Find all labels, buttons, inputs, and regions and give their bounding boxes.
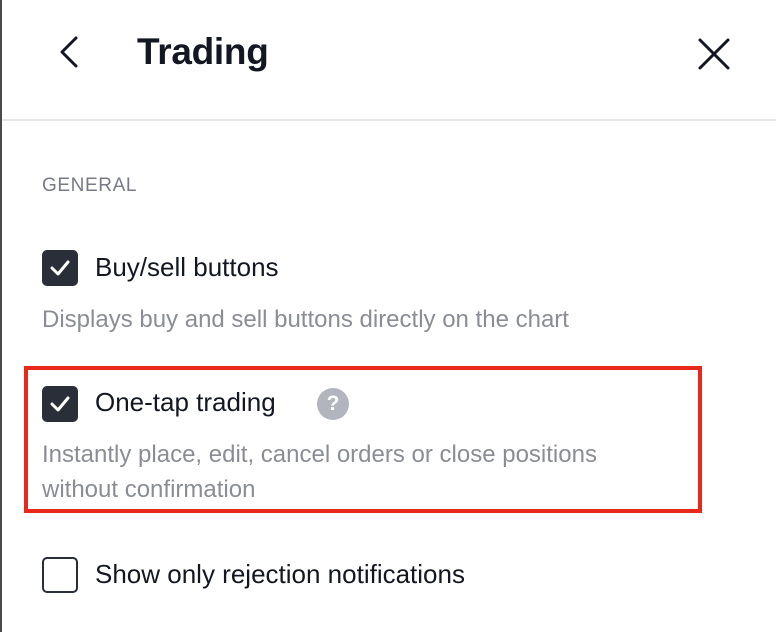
trading-settings-panel: Trading GENERAL Buy/sell buttons Display…	[0, 0, 776, 632]
back-button[interactable]	[50, 30, 90, 74]
rejection-notifications-checkbox[interactable]	[42, 557, 78, 593]
close-button[interactable]	[692, 32, 734, 74]
checkmark-icon	[50, 260, 70, 276]
page-title: Trading	[137, 31, 269, 72]
buy-sell-buttons-label[interactable]: Buy/sell buttons	[95, 251, 279, 283]
close-icon	[698, 38, 730, 70]
buy-sell-buttons-description: Displays buy and sell buttons directly o…	[42, 306, 569, 333]
rejection-notifications-label[interactable]: Show only rejection notifications	[95, 558, 465, 590]
buy-sell-buttons-checkbox[interactable]	[42, 250, 78, 286]
chevron-left-icon	[60, 36, 78, 68]
highlight-box	[24, 366, 702, 513]
section-label-general: GENERAL	[42, 175, 138, 196]
header: Trading	[2, 0, 776, 121]
